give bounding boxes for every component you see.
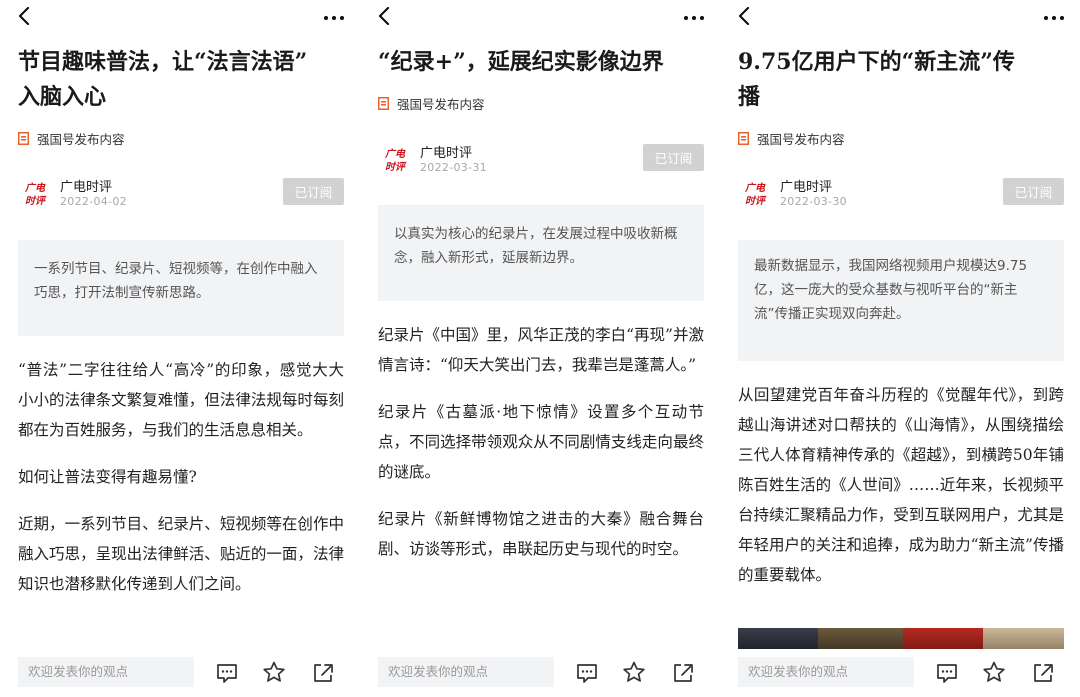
star-icon[interactable] bbox=[982, 661, 1006, 683]
publish-date: 2022-03-31 bbox=[420, 161, 487, 174]
share-icon[interactable] bbox=[311, 662, 335, 684]
author-name[interactable]: 广电时评 bbox=[780, 176, 832, 195]
avatar-text: 时评 bbox=[25, 195, 47, 207]
paragraph: 近期，一系列节目、纪录片、短视频等在创作中融入巧思，呈现出法律鲜活、贴近的一面，… bbox=[18, 515, 344, 593]
star-icon[interactable] bbox=[262, 661, 286, 683]
comment-icon[interactable] bbox=[575, 662, 599, 684]
avatar-text: 时评 bbox=[745, 195, 767, 207]
back-arrow-icon[interactable] bbox=[734, 5, 756, 27]
title-line: 入脑入心 bbox=[18, 84, 107, 110]
article-screen-2: “纪录+”，延展纪实影像边界 强国号发布内容 广电 时评 广电时评 2022-0… bbox=[360, 0, 720, 697]
subscribed-button[interactable]: 已订阅 bbox=[643, 144, 704, 171]
source-label: 强国号发布内容 bbox=[378, 93, 485, 113]
share-icon[interactable] bbox=[1031, 662, 1055, 684]
more-icon[interactable] bbox=[322, 6, 346, 26]
document-icon bbox=[18, 131, 29, 145]
comment-input[interactable]: 欢迎发表你的观点 bbox=[18, 657, 194, 687]
summary-box: 一系列节目、纪录片、短视频等，在创作中融入巧思，打开法制宣传新思路。 bbox=[18, 240, 344, 336]
summary-box: 以真实为核心的纪录片，在发展过程中吸收新概念，融入新形式，延展新边界。 bbox=[378, 205, 704, 301]
avatar-logo-icon: 广电 时评 bbox=[744, 182, 767, 207]
top-bar bbox=[0, 0, 360, 34]
summary-box: 最新数据显示，我国网络视频用户规模达9.75亿，这一庞大的受众基数与视听平台的“… bbox=[738, 240, 1064, 361]
author-row: 广电 时评 广电时评 2022-03-31 已订阅 bbox=[378, 142, 704, 178]
comment-icon[interactable] bbox=[215, 662, 239, 684]
avatar-text: 广电 bbox=[384, 148, 406, 160]
star-icon[interactable] bbox=[622, 661, 646, 683]
top-bar bbox=[720, 0, 1080, 34]
bottom-bar: 欢迎发表你的观点 bbox=[0, 649, 360, 697]
title-line: 节目趣味普法，让“法言法语” bbox=[18, 49, 308, 75]
publish-date: 2022-03-30 bbox=[780, 195, 847, 208]
paragraph: 从回望建党百年奋斗历程的《觉醒年代》，到跨越山海讲述对口帮扶的《山海情》，从围绕… bbox=[738, 386, 1064, 584]
paragraph: 纪录片《古墓派·地下惊情》设置多个互动节点，不同选择带领观众从不同剧情支线走向最… bbox=[378, 403, 704, 481]
more-icon[interactable] bbox=[1042, 6, 1066, 26]
bottom-bar: 欢迎发表你的观点 bbox=[360, 649, 720, 697]
back-arrow-icon[interactable] bbox=[374, 5, 396, 27]
title-line: “纪录+”，延展纪实影像边界 bbox=[378, 49, 664, 75]
screens: 节目趣味普法，让“法言法语” 入脑入心 强国号发布内容 广电 时评 广电时评 2… bbox=[0, 0, 1080, 697]
document-icon bbox=[378, 96, 389, 110]
source-label: 强国号发布内容 bbox=[738, 128, 845, 148]
avatar[interactable]: 广电 时评 bbox=[378, 142, 412, 176]
comment-input[interactable]: 欢迎发表你的观点 bbox=[378, 657, 554, 687]
avatar-text: 广电 bbox=[744, 182, 766, 194]
subscribed-button[interactable]: 已订阅 bbox=[1003, 178, 1064, 205]
source-text: 强国号发布内容 bbox=[397, 96, 485, 112]
article-screen-3: 9.75亿用户下的“新主流”传 播 强国号发布内容 广电 时评 广电时评 202… bbox=[720, 0, 1080, 697]
author-name[interactable]: 广电时评 bbox=[60, 176, 112, 195]
avatar-text: 时评 bbox=[385, 161, 407, 173]
source-label: 强国号发布内容 bbox=[18, 128, 125, 148]
comment-input[interactable]: 欢迎发表你的观点 bbox=[738, 657, 914, 687]
avatar-text: 广电 bbox=[24, 182, 46, 194]
author-name[interactable]: 广电时评 bbox=[420, 142, 472, 161]
avatar-logo-icon: 广电 时评 bbox=[24, 182, 47, 207]
author-row: 广电 时评 广电时评 2022-04-02 已订阅 bbox=[18, 176, 344, 212]
publish-date: 2022-04-02 bbox=[60, 195, 127, 208]
document-icon bbox=[738, 131, 749, 145]
avatar[interactable]: 广电 时评 bbox=[18, 176, 52, 210]
author-row: 广电 时评 广电时评 2022-03-30 已订阅 bbox=[738, 176, 1064, 212]
paragraph: 纪录片《新鲜博物馆之进击的大秦》融合舞台剧、访谈等形式，串联起历史与现代的时空。 bbox=[378, 510, 704, 558]
source-text: 强国号发布内容 bbox=[757, 131, 845, 147]
subscribed-button[interactable]: 已订阅 bbox=[283, 178, 344, 205]
article-body: 从回望建党百年奋斗历程的《觉醒年代》，到跨越山海讲述对口帮扶的《山海情》，从围绕… bbox=[738, 380, 1064, 607]
avatar-logo-icon: 广电 时评 bbox=[384, 148, 407, 173]
comment-icon[interactable] bbox=[935, 662, 959, 684]
source-text: 强国号发布内容 bbox=[37, 131, 125, 147]
avatar[interactable]: 广电 时评 bbox=[738, 176, 772, 210]
article-body: 纪录片《中国》里，风华正茂的李白“再现”并激情言诗：“仰天大笑出门去，我辈岂是蓬… bbox=[378, 320, 704, 581]
paragraph: 如何让普法变得有趣易懂? bbox=[18, 468, 197, 486]
title-line: 播 bbox=[738, 84, 761, 110]
top-bar bbox=[360, 0, 720, 34]
bottom-bar: 欢迎发表你的观点 bbox=[720, 649, 1080, 697]
title-line: 9.75亿用户下的“新主流”传 bbox=[738, 49, 1015, 75]
paragraph: “普法”二字往往给人“高冷”的印象，感觉大大小小的法律条文繁复难懂，但法律法规每… bbox=[18, 361, 344, 439]
article-body: “普法”二字往往给人“高冷”的印象，感觉大大小小的法律条文繁复难懂，但法律法规每… bbox=[18, 355, 344, 616]
share-icon[interactable] bbox=[671, 662, 695, 684]
paragraph: 纪录片《中国》里，风华正茂的李白“再现”并激情言诗：“仰天大笑出门去，我辈岂是蓬… bbox=[378, 326, 704, 374]
article-title: “纪录+”，延展纪实影像边界 bbox=[378, 45, 704, 80]
back-arrow-icon[interactable] bbox=[14, 5, 36, 27]
article-title: 节目趣味普法，让“法言法语” 入脑入心 bbox=[18, 45, 344, 115]
article-screen-1: 节目趣味普法，让“法言法语” 入脑入心 强国号发布内容 广电 时评 广电时评 2… bbox=[0, 0, 360, 697]
article-title: 9.75亿用户下的“新主流”传 播 bbox=[738, 45, 1064, 115]
more-icon[interactable] bbox=[682, 6, 706, 26]
